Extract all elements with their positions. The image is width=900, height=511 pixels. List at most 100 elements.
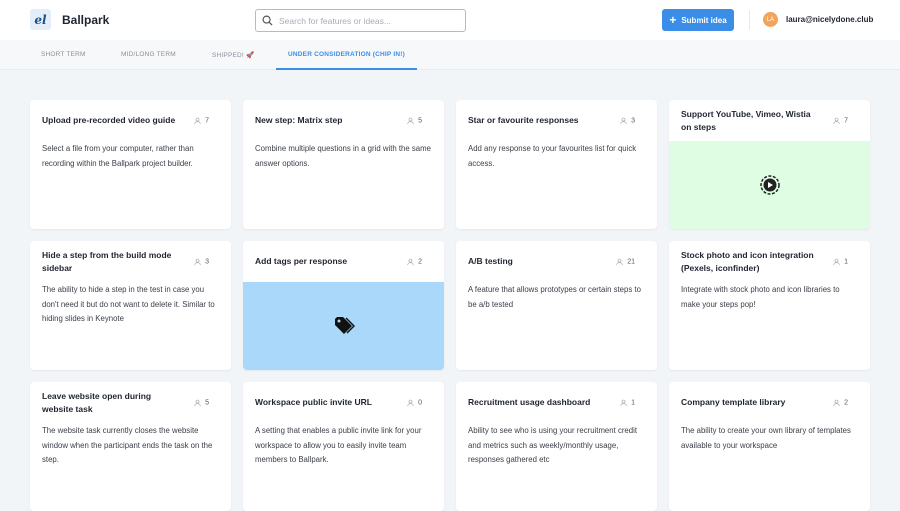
vote-number: 1 bbox=[631, 399, 635, 406]
card-description: Select a file from your computer, rather… bbox=[42, 144, 194, 168]
vote-number: 3 bbox=[205, 258, 209, 265]
card-description: Add any response to your favourites list… bbox=[468, 144, 637, 168]
vote-number: 0 bbox=[418, 399, 422, 406]
card-description: Integrate with stock photo and icon libr… bbox=[681, 285, 840, 309]
card-title[interactable]: A/B testing bbox=[468, 255, 603, 268]
card-header: Upload pre-recorded video guide 7 bbox=[30, 100, 231, 141]
idea-card[interactable]: Support YouTube, Vimeo, Wistia on steps 7 bbox=[669, 100, 870, 229]
card-title[interactable]: Add tags per response bbox=[255, 255, 390, 268]
card-header: Company template library 2 bbox=[669, 382, 870, 423]
card-title[interactable]: Upload pre-recorded video guide bbox=[42, 114, 177, 127]
vote-number: 1 bbox=[844, 258, 848, 265]
vote-count[interactable]: 7 bbox=[194, 117, 209, 124]
vote-number: 2 bbox=[418, 258, 422, 265]
tab-shipped[interactable]: SHIPPED! 🚀 bbox=[212, 51, 254, 59]
idea-card[interactable]: Hide a step from the build mode sidebar 3… bbox=[30, 241, 231, 370]
card-title[interactable]: Support YouTube, Vimeo, Wistia on steps bbox=[681, 108, 816, 134]
voter-icon bbox=[407, 117, 414, 124]
voter-icon bbox=[620, 399, 627, 406]
idea-card[interactable]: Upload pre-recorded video guide 7 Select a… bbox=[30, 100, 231, 229]
card-title[interactable]: Company template library bbox=[681, 396, 816, 409]
card-description: The ability to hide a step in the test i… bbox=[42, 285, 215, 323]
tab-under-consideration[interactable]: UNDER CONSIDERATION (CHIP IN!) bbox=[276, 51, 417, 70]
card-title[interactable]: Star or favourite responses bbox=[468, 114, 603, 127]
card-description: A feature that allows prototypes or cert… bbox=[468, 285, 641, 309]
idea-card[interactable]: Leave website open during website task 5 T… bbox=[30, 382, 231, 511]
vote-count[interactable]: 2 bbox=[407, 258, 422, 265]
voter-icon bbox=[833, 117, 840, 124]
card-header: Workspace public invite URL 0 bbox=[243, 382, 444, 423]
idea-card[interactable]: Recruitment usage dashboard 1 Ability to s… bbox=[456, 382, 657, 511]
voter-icon bbox=[833, 258, 840, 265]
card-header: Stock photo and icon integration (Pexels… bbox=[669, 241, 870, 282]
avatar[interactable]: LA bbox=[763, 12, 778, 27]
idea-card[interactable]: A/B testing 21 A feature that allows proto… bbox=[456, 241, 657, 370]
vote-count[interactable]: 0 bbox=[407, 399, 422, 406]
card-header: Star or favourite responses 3 bbox=[456, 100, 657, 141]
vote-number: 5 bbox=[205, 399, 209, 406]
card-media bbox=[669, 141, 870, 229]
card-title[interactable]: Leave website open during website task bbox=[42, 390, 177, 416]
card-title[interactable]: Recruitment usage dashboard bbox=[468, 396, 603, 409]
vote-number: 5 bbox=[418, 117, 422, 124]
vote-number: 3 bbox=[631, 117, 635, 124]
card-description: The ability to create your own library o… bbox=[681, 426, 851, 450]
card-description: A setting that enables a public invite l… bbox=[255, 426, 422, 464]
voter-icon bbox=[833, 399, 840, 406]
idea-card[interactable]: Company template library 2 The ability to … bbox=[669, 382, 870, 511]
card-description: The website task currently closes the we… bbox=[42, 426, 213, 464]
voter-icon bbox=[620, 117, 627, 124]
voter-icon bbox=[194, 117, 201, 124]
card-title[interactable]: Hide a step from the build mode sidebar bbox=[42, 249, 177, 275]
voter-icon bbox=[194, 258, 201, 265]
video-play-icon bbox=[759, 175, 780, 195]
user-email[interactable]: laura@nicelydone.club bbox=[786, 15, 873, 24]
vote-count[interactable]: 5 bbox=[194, 399, 209, 406]
card-header: Leave website open during website task 5 bbox=[30, 382, 231, 423]
vote-number: 21 bbox=[627, 258, 635, 265]
ideas-grid: Upload pre-recorded video guide 7 Select a… bbox=[30, 100, 870, 511]
vote-count[interactable]: 1 bbox=[620, 399, 635, 406]
search-icon bbox=[262, 15, 273, 26]
card-media bbox=[243, 282, 444, 370]
tab-bar: SHORT TERM MID/LONG TERM SHIPPED! 🚀 UNDE… bbox=[0, 40, 900, 70]
vote-count[interactable]: 5 bbox=[407, 117, 422, 124]
submit-idea-label: Submit idea bbox=[681, 15, 727, 25]
voter-icon bbox=[407, 258, 414, 265]
tab-mid-long-term[interactable]: MID/LONG TERM bbox=[121, 51, 176, 58]
vote-number: 2 bbox=[844, 399, 848, 406]
ballpark-logo[interactable]: el bbox=[30, 9, 51, 30]
idea-card[interactable]: Add tags per response 2 bbox=[243, 241, 444, 370]
card-header: Add tags per response 2 bbox=[243, 241, 444, 282]
idea-card[interactable]: Star or favourite responses 3 Add any resp… bbox=[456, 100, 657, 229]
card-header: Support YouTube, Vimeo, Wistia on steps 7 bbox=[669, 100, 870, 141]
idea-card[interactable]: Stock photo and icon integration (Pexels… bbox=[669, 241, 870, 370]
voter-icon bbox=[407, 399, 414, 406]
vote-count[interactable]: 21 bbox=[616, 258, 635, 265]
card-title[interactable]: Stock photo and icon integration (Pexels… bbox=[681, 249, 816, 275]
card-description: Combine multiple questions in a grid wit… bbox=[255, 144, 431, 168]
card-header: A/B testing 21 bbox=[456, 241, 657, 282]
card-header: New step: Matrix step 5 bbox=[243, 100, 444, 141]
vote-count[interactable]: 3 bbox=[620, 117, 635, 124]
vote-number: 7 bbox=[205, 117, 209, 124]
vote-count[interactable]: 2 bbox=[833, 399, 848, 406]
card-title[interactable]: Workspace public invite URL bbox=[255, 396, 390, 409]
vote-count[interactable]: 1 bbox=[833, 258, 848, 265]
search-box[interactable] bbox=[255, 9, 466, 32]
idea-card[interactable]: Workspace public invite URL 0 A setting th… bbox=[243, 382, 444, 511]
tag-icon bbox=[334, 317, 355, 334]
brand-name: Ballpark bbox=[62, 13, 110, 27]
search-input[interactable] bbox=[279, 15, 459, 26]
card-header: Hide a step from the build mode sidebar 3 bbox=[30, 241, 231, 282]
vote-number: 7 bbox=[844, 117, 848, 124]
tab-short-term[interactable]: SHORT TERM bbox=[41, 51, 86, 58]
idea-card[interactable]: New step: Matrix step 5 Combine multiple q… bbox=[243, 100, 444, 229]
voter-icon bbox=[194, 399, 201, 406]
card-description: Ability to see who is using your recruit… bbox=[468, 426, 638, 464]
card-title[interactable]: New step: Matrix step bbox=[255, 114, 390, 127]
voter-icon bbox=[616, 258, 623, 265]
vote-count[interactable]: 3 bbox=[194, 258, 209, 265]
submit-idea-button[interactable]: + Submit idea bbox=[662, 9, 734, 31]
vote-count[interactable]: 7 bbox=[833, 117, 848, 124]
